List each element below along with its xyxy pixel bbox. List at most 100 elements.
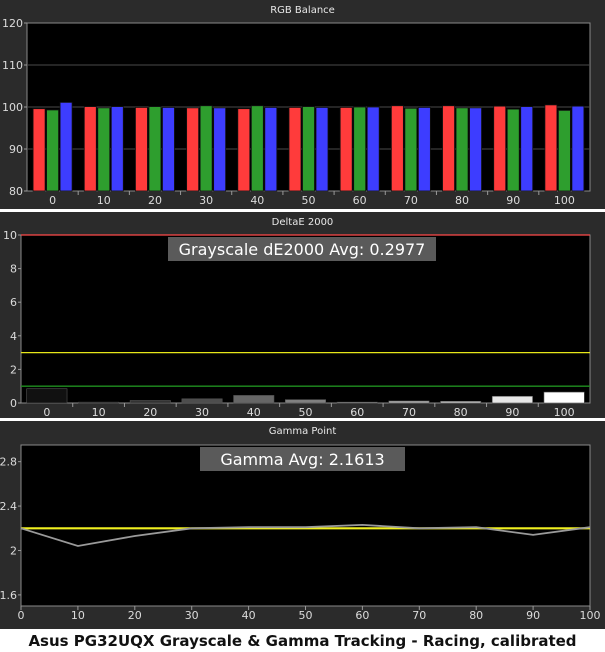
- deltae-bar: [181, 398, 223, 404]
- rgb-bar: [417, 107, 431, 192]
- y-tick-label: 0: [10, 397, 17, 410]
- rgb-bar: [469, 107, 482, 192]
- rgb-bar: [493, 105, 507, 192]
- x-tick-label: 40: [250, 194, 264, 207]
- rgb-bar: [32, 108, 46, 192]
- rgb-bar: [97, 107, 111, 192]
- x-tick-label: 30: [195, 406, 209, 419]
- rgb-bar: [148, 106, 162, 192]
- x-tick-label: 70: [404, 194, 418, 207]
- deltae-bar: [233, 395, 275, 404]
- x-tick-label: 60: [355, 609, 369, 622]
- rgb-bar: [315, 107, 329, 192]
- rgb-bar: [506, 108, 520, 192]
- rgb-bar: [366, 106, 380, 192]
- deltae-title: DeltaE 2000: [272, 217, 334, 228]
- y-tick-label: 4: [10, 330, 17, 343]
- rgb-bar: [186, 107, 200, 192]
- rgb-bar: [135, 107, 148, 192]
- x-tick-label: 10: [97, 194, 111, 207]
- x-tick-label: 50: [299, 609, 313, 622]
- x-tick-label: 70: [402, 406, 416, 419]
- rgb-bar: [390, 105, 404, 192]
- y-tick-label: 2: [10, 363, 17, 376]
- y-tick-label: 90: [9, 143, 23, 156]
- rgb-bar: [213, 107, 227, 192]
- deltae-bar: [285, 399, 326, 404]
- y-tick-label: 2.4: [0, 500, 17, 513]
- x-tick-label: 30: [185, 609, 199, 622]
- y-tick-label: 2: [10, 544, 17, 557]
- y-tick-label: 6: [10, 296, 17, 309]
- x-tick-label: 10: [92, 406, 106, 419]
- x-tick-label: 0: [18, 609, 25, 622]
- deltae-panel: DeltaE 200002468100 10 20 30 40 50 60 70 80 90 100…: [0, 212, 605, 419]
- rgb-balance-panel: RGB Balance 80 90 100 110 120 0 10 20 30 40 50 60 70 8…: [0, 0, 605, 209]
- y-tick-label: 10: [3, 229, 17, 242]
- x-tick-label: 20: [148, 194, 162, 207]
- y-tick-label: 2.8: [0, 456, 17, 469]
- rgb-bar: [46, 109, 59, 192]
- x-tick-label: 80: [455, 194, 469, 207]
- x-tick-label: 100: [554, 406, 575, 419]
- rgb-bar: [302, 106, 315, 192]
- rgb-bar: [544, 104, 558, 192]
- x-tick-label: 100: [580, 609, 601, 622]
- rgb-bar: [288, 107, 302, 192]
- x-tick-label: 40: [242, 609, 256, 622]
- x-tick-label: 60: [350, 406, 364, 419]
- rgb-bar: [59, 101, 73, 192]
- y-tick-label: 120: [2, 17, 23, 30]
- x-tick-label: 20: [143, 406, 157, 419]
- rgb-bar: [353, 106, 367, 192]
- rgb-balance-title: RGB Balance: [270, 5, 335, 16]
- x-tick-label: 80: [469, 609, 483, 622]
- rgb-bar: [455, 107, 469, 192]
- rgb-bar: [110, 106, 124, 192]
- deltae-bar: [440, 401, 482, 404]
- y-tick-label: 8: [10, 263, 17, 276]
- y-tick-label: 100: [2, 101, 23, 114]
- deltae-bar: [78, 401, 120, 404]
- y-tick-label: 80: [9, 185, 23, 198]
- gamma-title: Gamma Point: [269, 426, 337, 437]
- x-tick-label: 90: [526, 609, 540, 622]
- deltae-bar: [129, 400, 171, 404]
- x-tick-label: 50: [299, 406, 313, 419]
- x-tick-label: 40: [247, 406, 261, 419]
- y-tick-label: 110: [2, 59, 23, 72]
- rgb-bar: [199, 105, 213, 192]
- figure-caption: Asus PG32UQX Grayscale & Gamma Tracking …: [28, 632, 577, 650]
- x-tick-label: 10: [71, 609, 85, 622]
- deltae-bar: [26, 388, 68, 404]
- x-tick-label: 90: [506, 194, 520, 207]
- deltae-bar: [543, 391, 585, 404]
- rgb-bar: [404, 107, 418, 192]
- x-tick-label: 0: [43, 406, 50, 419]
- y-tick-label: 1.6: [0, 589, 17, 602]
- rgb-bar: [250, 105, 264, 192]
- deltae-bar: [491, 395, 533, 404]
- rgb-bar: [442, 105, 455, 192]
- x-tick-label: 20: [128, 609, 142, 622]
- gamma-panel: Gamma Point 1.6 2 2.4 2.8 0 10 20 30 40 50 60 70 80 90…: [0, 421, 605, 629]
- x-tick-label: 0: [49, 194, 56, 207]
- deltae-bar: [336, 401, 378, 404]
- rgb-bar: [558, 109, 571, 192]
- chart-canvas: RGB Balance80901001101200 10 20 30 40 50 60 70 8…: [0, 0, 605, 629]
- rgb-bar: [237, 108, 251, 192]
- rgb-bar: [339, 107, 353, 192]
- deltae-average-label: Grayscale dE2000 Avg: 0.2977: [179, 240, 426, 259]
- rgb-bar: [162, 107, 175, 192]
- x-tick-label: 60: [353, 194, 367, 207]
- rgb-bar: [83, 106, 97, 192]
- x-tick-label: 30: [199, 194, 213, 207]
- rgb-bar: [264, 107, 278, 192]
- rgb-bar: [520, 106, 534, 192]
- x-tick-label: 80: [454, 406, 468, 419]
- x-tick-label: 70: [412, 609, 426, 622]
- gamma-average-label: Gamma Avg: 2.1613: [220, 450, 384, 469]
- x-tick-label: 90: [505, 406, 519, 419]
- deltae-bar: [388, 400, 430, 404]
- x-tick-label: 100: [554, 194, 575, 207]
